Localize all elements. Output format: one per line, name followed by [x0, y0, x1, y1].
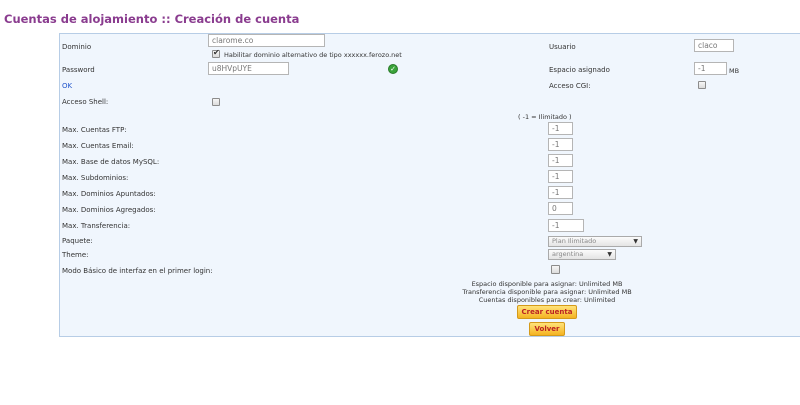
limit-agregados-input[interactable]: 0 [548, 202, 573, 215]
dominio-label: Dominio [62, 43, 92, 51]
ilimitado-note: ( -1 = Ilimitado ) [518, 113, 572, 121]
modo-basico-label: Modo Básico de interfaz en el primer log… [62, 267, 213, 275]
limit-mysql-label: Max. Base de datos MySQL: [62, 158, 160, 166]
password-input[interactable]: u8HVpUYE [208, 62, 289, 75]
cgi-label: Acceso CGI: [549, 82, 591, 90]
check-circle-icon: ✓ [388, 64, 398, 74]
limit-apuntados-input[interactable]: -1 [548, 186, 573, 199]
limit-ftp-label: Max. Cuentas FTP: [62, 126, 127, 134]
limit-email-label: Max. Cuentas Email: [62, 142, 134, 150]
espacio-label: Espacio asignado [549, 66, 610, 74]
volver-button[interactable]: Volver [529, 322, 565, 336]
espacio-unit: MB [729, 67, 740, 75]
limit-ftp-input[interactable]: -1 [548, 122, 573, 135]
password-ok-text: OK [62, 82, 73, 90]
crear-cuenta-button[interactable]: Crear cuenta [517, 305, 577, 319]
limit-subdominios-label: Max. Subdominios: [62, 174, 129, 182]
paquete-select[interactable]: Plan Ilimitado ▼ [548, 236, 642, 247]
alt-domain-checkbox[interactable] [212, 48, 220, 58]
cgi-checkbox[interactable] [698, 81, 706, 89]
limit-apuntados-label: Max. Dominios Apuntados: [62, 190, 156, 198]
dominio-input[interactable]: clarome.co [208, 34, 325, 47]
espacio-input[interactable]: -1 [694, 62, 727, 75]
limit-agregados-label: Max. Dominios Agregados: [62, 206, 156, 214]
account-form-panel: Dominio clarome.co Habilitar dominio alt… [59, 33, 800, 337]
paquete-select-value: Plan Ilimitado [552, 237, 597, 245]
paquete-label: Paquete: [62, 237, 93, 245]
info-espacio: Espacio disponible para asignar: Unlimit… [471, 280, 623, 288]
limit-mysql-input[interactable]: -1 [548, 154, 573, 167]
modo-basico-checkbox[interactable] [551, 265, 560, 274]
limit-subdominios-input[interactable]: -1 [548, 170, 573, 183]
shell-label: Acceso Shell: [62, 98, 109, 106]
theme-select-value: argentina [552, 250, 584, 258]
limit-email-input[interactable]: -1 [548, 138, 573, 151]
triangle-down-icon: ▼ [633, 238, 638, 245]
page-title: Cuentas de alojamiento :: Creación de cu… [4, 12, 300, 26]
theme-label: Theme: [62, 251, 89, 259]
info-cuentas: Cuentas disponibles para crear: Unlimite… [478, 296, 616, 304]
password-label: Password [62, 66, 95, 74]
shell-checkbox[interactable] [212, 98, 220, 106]
usuario-label: Usuario [549, 43, 576, 51]
theme-select[interactable]: argentina ▼ [548, 249, 616, 260]
limit-transferencia-input[interactable]: -1 [548, 219, 584, 232]
info-transferencia: Transferencia disponible para asignar: U… [462, 288, 632, 296]
usuario-input[interactable]: claco [694, 39, 734, 52]
limit-transferencia-label: Max. Transferencia: [62, 222, 131, 230]
triangle-down-icon: ▼ [607, 251, 612, 258]
alt-domain-label: Habilitar dominio alternativo de tipo xx… [224, 51, 402, 59]
